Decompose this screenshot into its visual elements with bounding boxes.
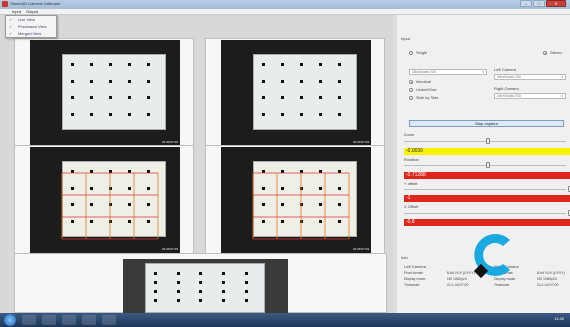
xoffset-label: X Offset	[404, 204, 419, 209]
yoffset-label: Y offset	[404, 181, 418, 186]
info-cell: Timecode:	[404, 283, 421, 287]
start-button[interactable]	[4, 314, 16, 326]
system-clock: 11:40	[554, 316, 564, 321]
zoom-value: -0.0039	[404, 148, 570, 155]
menu-item-live-view[interactable]: ✓ Live View	[6, 17, 56, 23]
window-controls: – □ ✕	[520, 0, 566, 8]
menu-item-label: Merged View	[18, 31, 42, 36]
view-dropdown-menu: ✓ Live View ✓ Processed View ✓ Merged Vi…	[5, 15, 57, 38]
info-cell: 01:1:44:07:00	[537, 283, 559, 287]
overlay-layer	[61, 172, 350, 240]
rotation-value: -0.71288	[404, 172, 570, 179]
yoffset-slider[interactable]	[404, 186, 570, 192]
radio-identical-label: Identical	[416, 79, 431, 84]
minimize-button[interactable]: –	[520, 0, 532, 7]
radio-single[interactable]	[409, 51, 413, 55]
radio-identical[interactable]	[409, 80, 413, 84]
info-cell: Pixel format:	[404, 271, 424, 275]
radio-under-over-label: Under/Over	[416, 87, 437, 92]
checkmark-icon: ✓	[9, 24, 13, 29]
menu-item-label: Live View	[18, 17, 36, 22]
select-value: UltraStudio SDI	[497, 75, 522, 79]
window-title: Stereo3D Camera Calibrator	[10, 1, 61, 6]
maximize-button[interactable]: □	[533, 0, 545, 7]
title-bar: Stereo3D Camera Calibrator – □ ✕	[0, 0, 570, 9]
device-select-single[interactable]: UltraStudio SDI ▾	[409, 69, 487, 75]
taskbar-explorer-icon[interactable]	[42, 315, 56, 325]
close-button[interactable]: ✕	[546, 0, 566, 7]
radio-single-label: Single	[416, 50, 428, 55]
taskbar: 11:40	[0, 313, 570, 327]
radio-stereo-label: Stereo	[550, 50, 562, 55]
stop-capture-button[interactable]: Stop capture	[409, 120, 564, 127]
slider-thumb[interactable]	[486, 138, 490, 144]
taskbar-ie-icon[interactable]	[22, 315, 36, 325]
radio-under-over[interactable]	[409, 88, 413, 92]
taskbar-app-icon[interactable]	[102, 315, 116, 325]
menu-item-processed-view[interactable]: ✓ Processed View	[6, 24, 56, 30]
radio-side-by-side[interactable]	[409, 96, 413, 100]
app-icon	[2, 1, 8, 7]
video-area: 01:46:07:03 01:46:07:03 01:46:07:03 01:4…	[0, 15, 393, 313]
radio-stereo[interactable]	[543, 51, 547, 55]
xoffset-value: -0.8	[404, 219, 570, 226]
zoom-slider[interactable]	[404, 138, 566, 144]
chevron-down-icon: ▾	[482, 70, 484, 74]
info-title: Info	[401, 255, 408, 260]
app-logo-icon	[473, 234, 510, 279]
xoffset-slider[interactable]	[404, 210, 570, 216]
taskbar-app-icon[interactable]	[62, 315, 76, 325]
checkmark-icon: ✓	[9, 31, 13, 36]
taskbar-app-icon[interactable]	[82, 315, 96, 325]
left-camera-select[interactable]: UltraStudio SDI ▾	[494, 74, 566, 80]
right-camera-select[interactable]: UltraStudio SDI ▾	[494, 93, 566, 99]
chevron-down-icon: ▾	[561, 75, 563, 79]
checkmark-icon: ✓	[9, 17, 13, 22]
input-section-label: Input	[401, 36, 410, 41]
slider-thumb[interactable]	[486, 162, 490, 168]
chevron-down-icon: ▾	[561, 94, 563, 98]
radio-side-by-side-label: Side by Side	[416, 95, 439, 100]
select-value: UltraStudio SDI	[412, 70, 437, 74]
right-camera-label: Right Camera	[494, 86, 519, 91]
yoffset-value: -1	[404, 195, 570, 202]
rotation-slider[interactable]	[404, 162, 566, 168]
info-cell: Display mode:	[404, 277, 427, 281]
info-cell: HD 1080p24	[537, 277, 557, 281]
rotation-label: Rotation	[404, 157, 419, 162]
info-left-header: Left Camera	[404, 264, 427, 269]
info-cell: HD 1080p24	[447, 277, 467, 281]
menu-item-label: Processed View	[18, 24, 47, 29]
select-value: UltraStudio SDI	[497, 94, 522, 98]
zoom-label: Zoom	[404, 132, 415, 137]
info-cell: 8-bit YUV (UYVY)	[537, 271, 565, 275]
menu-item-merged-view[interactable]: ✓ Merged View	[6, 31, 56, 37]
left-camera-label: Left Camera	[494, 67, 517, 72]
